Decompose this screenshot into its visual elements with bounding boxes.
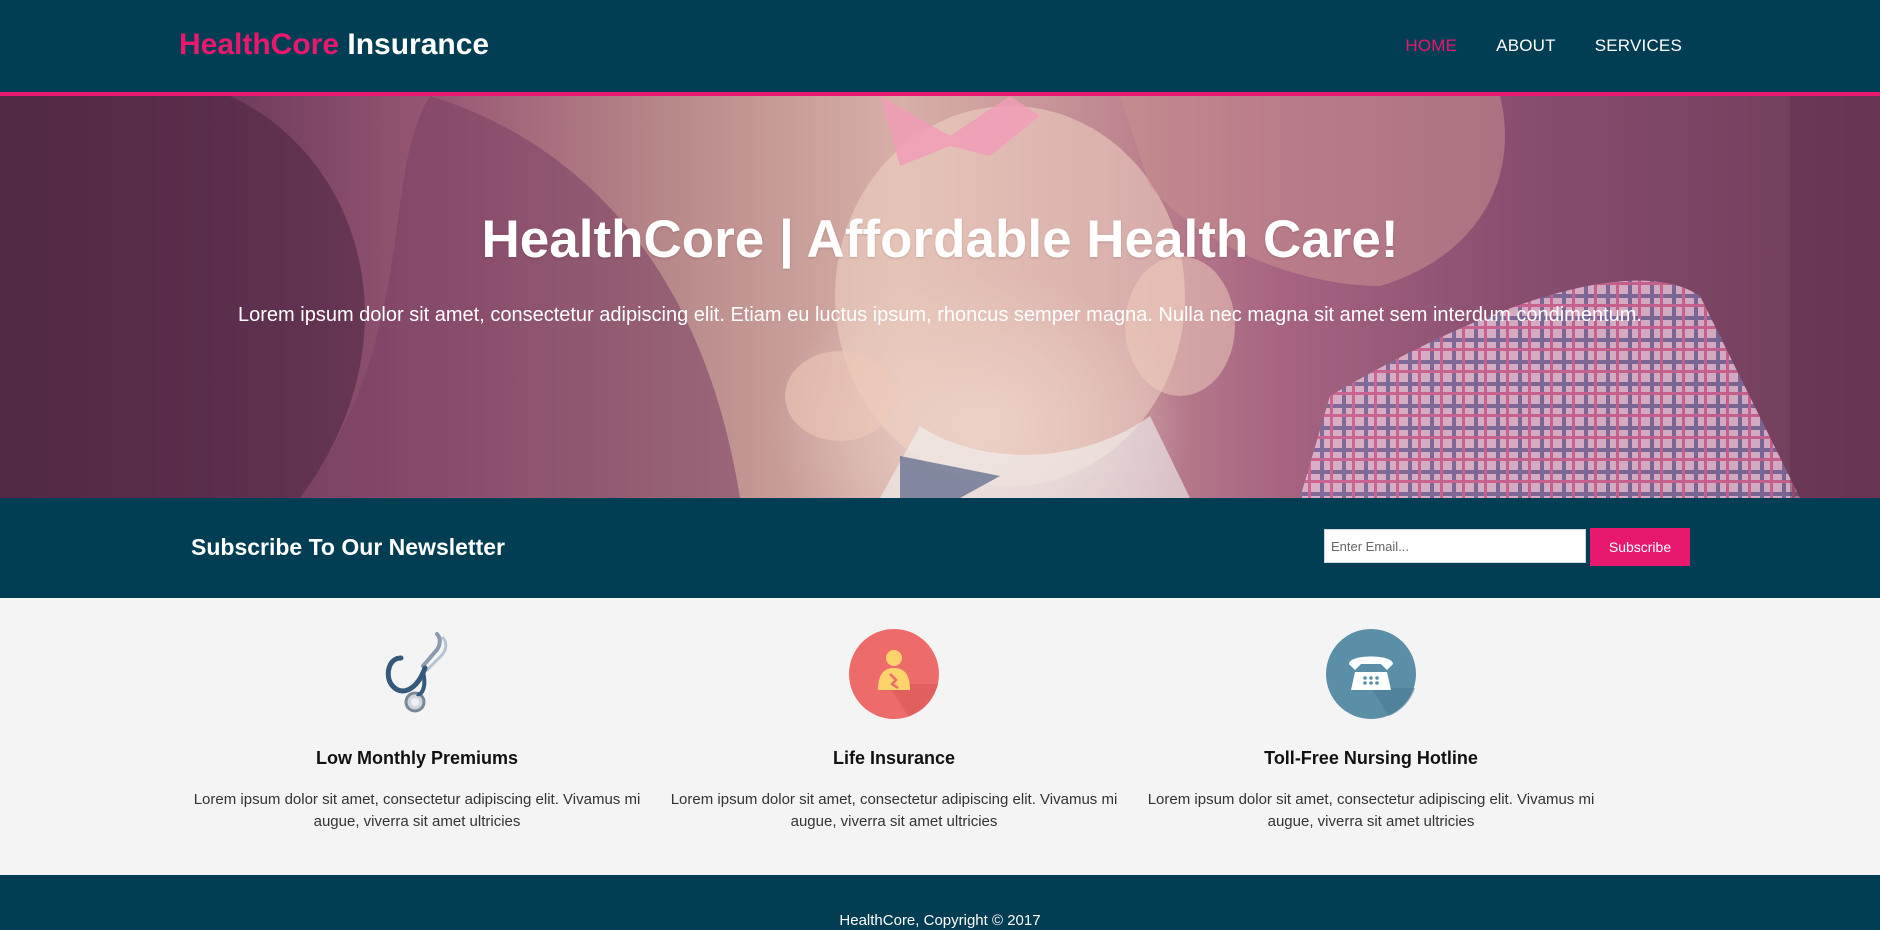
feature-text: Lorem ipsum dolor sit amet, consectetur … (670, 791, 1118, 830)
logo-brand-secondary: Insurance (347, 28, 490, 61)
nav-about-link[interactable]: ABOUT (1496, 36, 1556, 56)
feature-title: Low Monthly Premiums (315, 748, 519, 768)
feature-text: Lorem ipsum dolor sit amet, consectetur … (1147, 791, 1595, 830)
nav-services-link[interactable]: SERVICES (1595, 36, 1682, 56)
site-footer: HealthCore, Copyright © 2017 (0, 875, 1880, 930)
logo-brand-primary: HealthCore (179, 28, 340, 61)
feature-card-premiums: Low Monthly Premiums Lorem ipsum dolor s… (189, 628, 645, 833)
feature-title: Toll-Free Nursing Hotline (1264, 748, 1478, 768)
telephone-icon (1325, 628, 1417, 720)
hero-section: HealthCore | Affordable Health Care! Lor… (0, 96, 1880, 498)
feature-card-nursing-hotline: Toll-Free Nursing Hotline Lorem ipsum do… (1143, 628, 1599, 833)
hero-title: HealthCore | Affordable Health Care! (481, 210, 1399, 269)
copyright-text: HealthCore, Copyright © 2017 (839, 912, 1041, 929)
hero-description: Lorem ipsum dolor sit amet, consectetur … (238, 304, 1642, 326)
hero-background-image (0, 96, 1880, 498)
newsletter-heading: Subscribe To Our Newsletter (191, 534, 505, 560)
feature-card-life-insurance: Life Insurance Lorem ipsum dolor sit ame… (666, 628, 1122, 833)
person-icon (848, 628, 940, 720)
subscribe-button[interactable]: Subscribe (1590, 528, 1690, 566)
feature-text: Lorem ipsum dolor sit amet, consectetur … (193, 791, 641, 830)
site-header: HealthCore Insurance HOME ABOUT SERVICES (0, 0, 1880, 96)
main-nav: HOME ABOUT SERVICES (1405, 36, 1682, 56)
features-section: Low Monthly Premiums Lorem ipsum dolor s… (0, 598, 1880, 875)
newsletter-section: Subscribe To Our Newsletter Subscribe (0, 498, 1880, 598)
site-logo[interactable]: HealthCore Insurance (179, 28, 489, 62)
stethoscope-icon (371, 628, 463, 720)
email-input[interactable] (1324, 529, 1586, 563)
nav-home-link[interactable]: HOME (1405, 36, 1457, 56)
feature-title: Life Insurance (832, 748, 956, 768)
